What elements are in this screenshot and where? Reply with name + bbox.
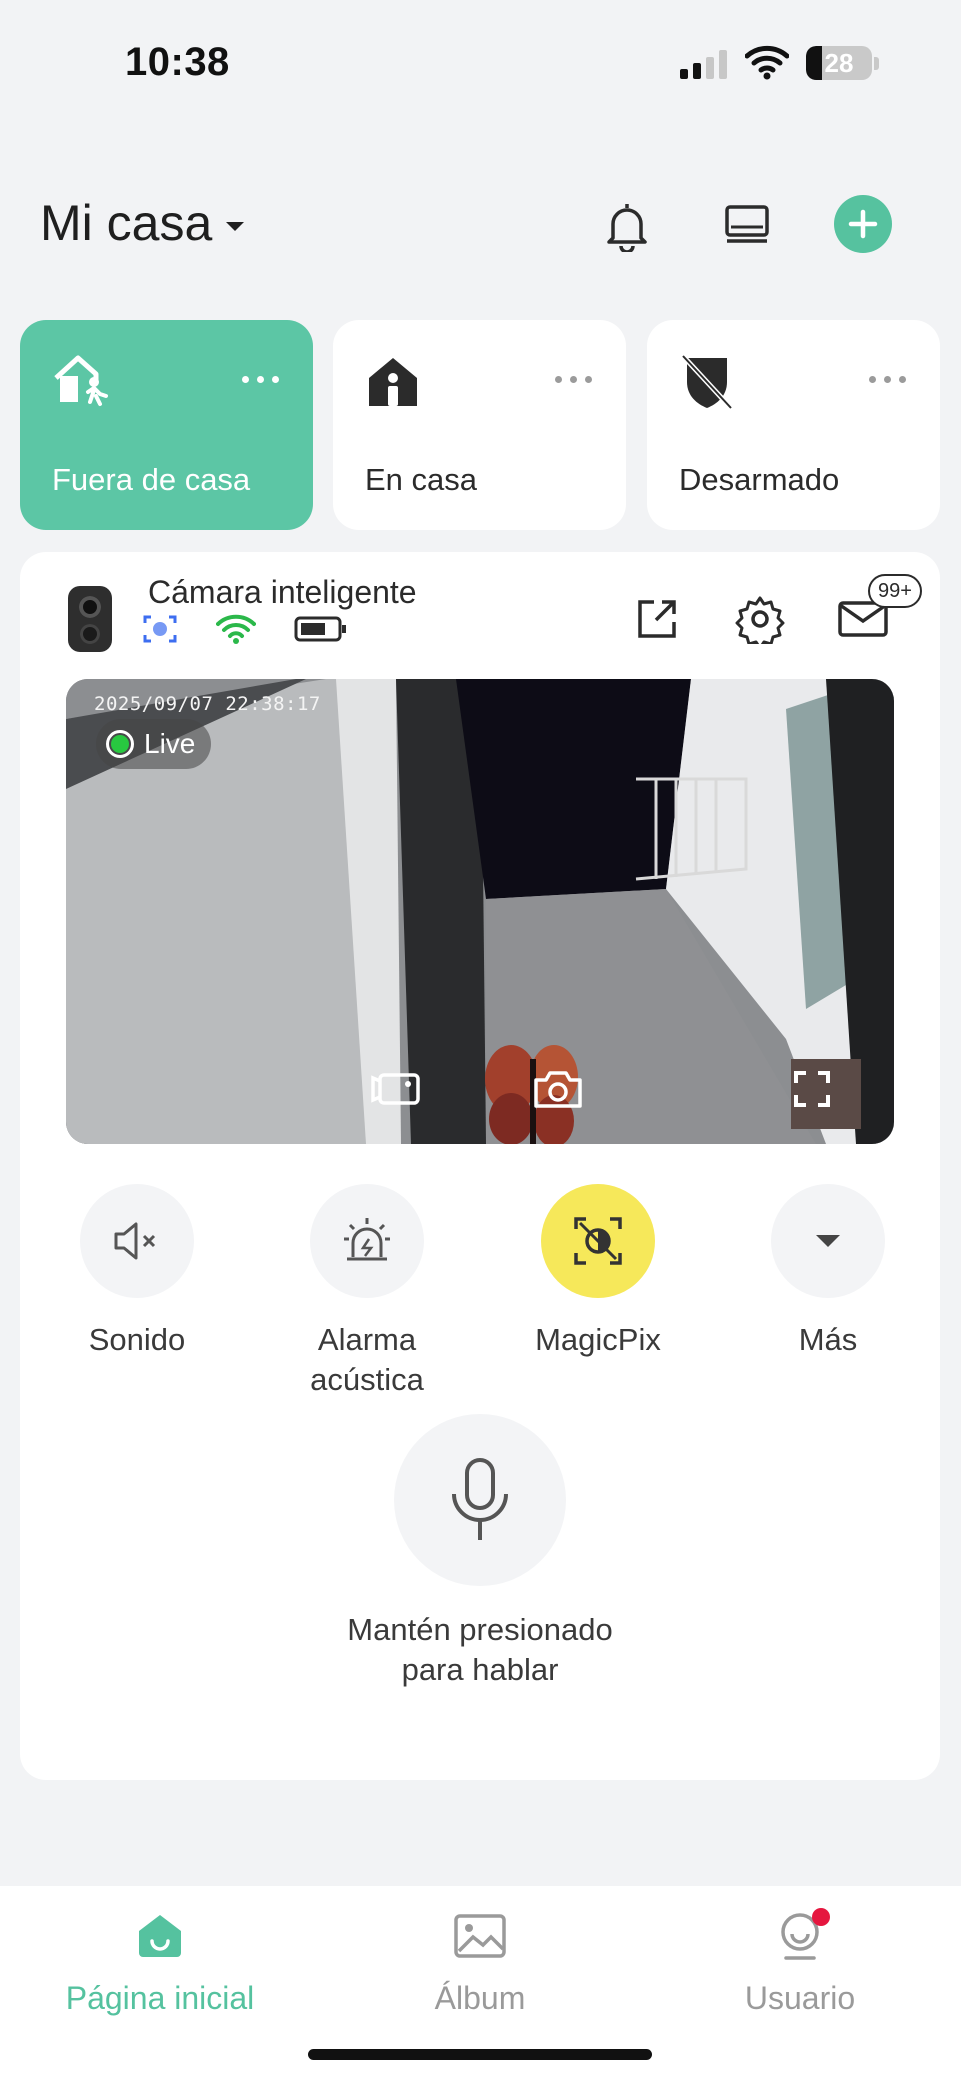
live-video-feed[interactable]: 2025/09/07 22:38:17 Live (66, 679, 894, 1144)
siren-icon (344, 1218, 390, 1261)
status-time: 10:38 (125, 40, 230, 84)
live-indicator: Live (96, 719, 212, 769)
detection-icon (142, 614, 178, 649)
battery-icon (294, 615, 348, 648)
acoustic-alarm-button[interactable]: Alarma acústica (262, 1184, 472, 1400)
device-name[interactable]: Cámara inteligente (148, 574, 417, 611)
camera-thumbnail (68, 586, 112, 652)
add-device-button[interactable] (834, 195, 892, 253)
home-indicator (308, 2049, 652, 2060)
push-to-talk-label: Mantén presionado para hablar (347, 1612, 613, 1687)
snapshot-camera-icon[interactable] (528, 1064, 588, 1114)
share-icon[interactable] (630, 592, 684, 646)
add-icon (848, 209, 878, 239)
mode-label: En casa (365, 462, 478, 497)
video-timestamp: 2025/09/07 22:38:17 (94, 693, 321, 715)
magicpix-button[interactable]: MagicPix (493, 1184, 703, 1360)
mode-card-away[interactable]: Fuera de casa (20, 320, 313, 530)
push-to-talk: Mantén presionado para hablar (330, 1414, 630, 1690)
tab-home-label: Página inicial (65, 1980, 255, 2016)
tab-album[interactable]: Álbum (320, 1906, 640, 2017)
live-label: Live (144, 728, 196, 759)
acoustic-alarm-label: Alarma acústica (310, 1322, 424, 1397)
battery-nub (874, 57, 879, 70)
dropdown-icon (816, 1235, 840, 1247)
microphone-icon (452, 1458, 508, 1540)
away-home-icon (52, 352, 112, 412)
more-options-icon[interactable] (869, 376, 906, 383)
bell-icon[interactable] (597, 196, 657, 256)
mode-label: Desarmado (679, 462, 840, 497)
tab-user[interactable]: Usuario (640, 1906, 960, 2017)
camera-device-card: Cámara inteligente 99+ 2025/09/07 22:38:… (20, 552, 940, 1780)
magicpix-circle[interactable] (541, 1184, 655, 1298)
home-person-icon (365, 352, 425, 412)
battery-level: 28 (824, 47, 854, 78)
sound-toggle-circle[interactable] (80, 1184, 194, 1298)
messages-count-badge: 99+ (868, 574, 922, 608)
device-status-icons (142, 614, 348, 649)
more-options-icon[interactable] (555, 376, 592, 383)
sound-toggle-button[interactable]: Sonido (32, 1184, 242, 1360)
record-video-icon[interactable] (366, 1064, 426, 1114)
home-tab-icon (130, 1906, 190, 1966)
magicpix-icon (574, 1217, 622, 1265)
user-icon (770, 1906, 830, 1966)
security-modes: Fuera de casa En casa Desarmado (20, 320, 940, 530)
more-options-icon[interactable] (242, 376, 279, 383)
home-name: Mi casa (40, 195, 213, 251)
tab-home[interactable]: Página inicial (0, 1906, 320, 2017)
more-button[interactable]: Más (723, 1184, 933, 1360)
shield-off-icon (679, 352, 739, 412)
more-label: Más (798, 1322, 858, 1357)
header: Mi casa (0, 180, 961, 270)
caret-down-icon (226, 221, 245, 231)
mode-card-home[interactable]: En casa (333, 320, 626, 530)
cellular-signal-icon (680, 49, 727, 79)
tab-user-label: Usuario (744, 1980, 856, 2016)
home-selector[interactable]: Mi casa (40, 194, 245, 252)
wifi-status-icon (744, 44, 790, 85)
gear-icon[interactable] (733, 592, 787, 646)
mode-card-disarmed[interactable]: Desarmado (647, 320, 940, 530)
fullscreen-icon[interactable] (782, 1064, 842, 1114)
live-status-icon (106, 730, 134, 758)
push-to-talk-button[interactable] (394, 1414, 566, 1586)
magicpix-label: MagicPix (535, 1322, 661, 1357)
mute-icon (114, 1222, 156, 1260)
wifi-icon (216, 614, 256, 649)
battery-status-icon: 28 (806, 46, 872, 80)
mode-label: Fuera de casa (52, 462, 251, 497)
notification-dot (812, 1908, 830, 1926)
status-bar: 10:38 28 (0, 0, 961, 120)
more-circle[interactable] (771, 1184, 885, 1298)
sound-label: Sonido (88, 1322, 186, 1357)
devices-icon[interactable] (717, 196, 777, 256)
tab-album-label: Álbum (434, 1980, 526, 2016)
acoustic-alarm-circle[interactable] (310, 1184, 424, 1298)
album-icon (450, 1906, 510, 1966)
